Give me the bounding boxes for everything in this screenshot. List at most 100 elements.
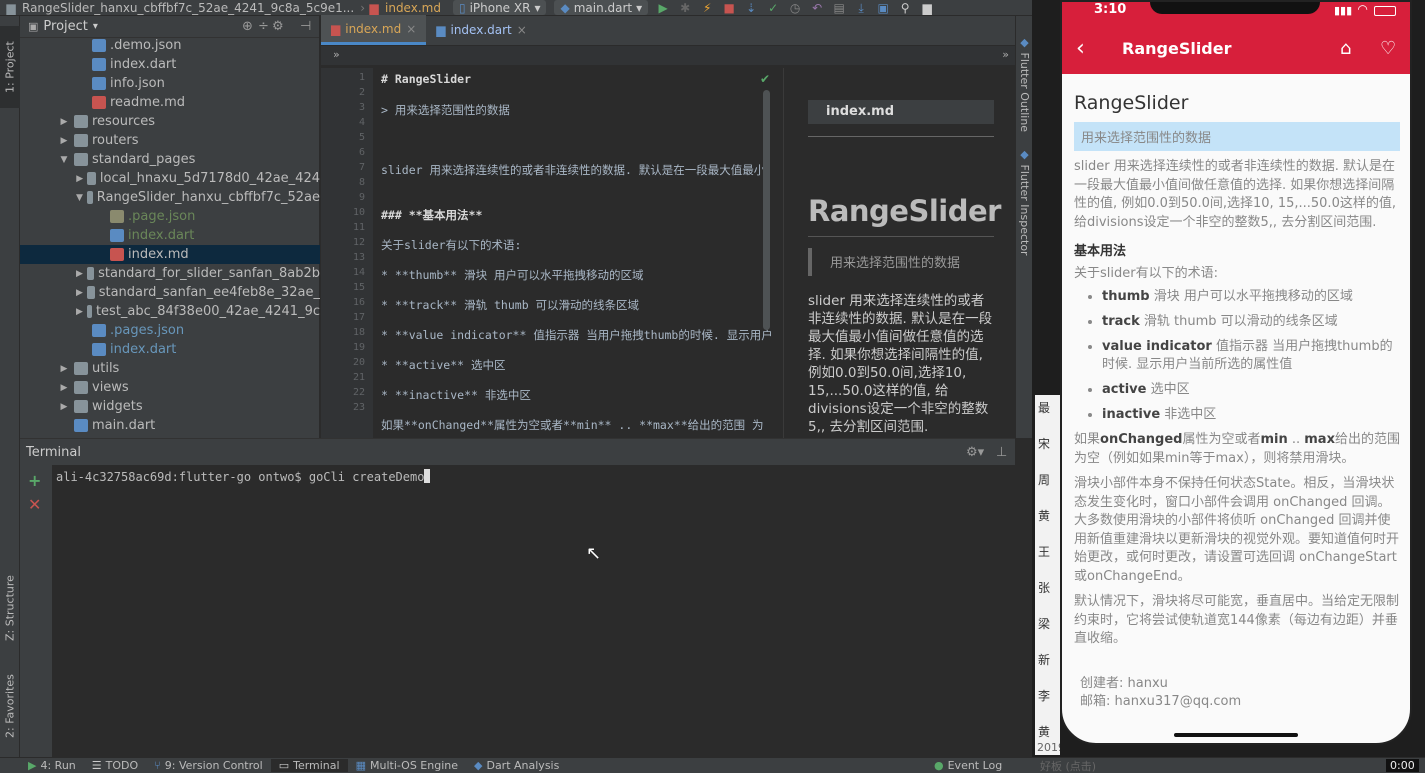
tree-item[interactable]: ▶ widgets	[20, 397, 320, 416]
tree-item-label: standard_pages	[92, 152, 196, 167]
tool-tab-flutter-outline[interactable]: ◆ Flutter Outline	[1018, 36, 1031, 132]
sdk-icon[interactable]: ▤	[832, 1, 846, 15]
markdown-source[interactable]: # RangeSlider > 用来选择范围性的数据 slider 用来选择连续性的…	[379, 68, 777, 438]
device-selector[interactable]: ▯ iPhone XR ▾	[452, 0, 547, 15]
chevron-down-icon: ▾	[534, 0, 541, 15]
stop-icon[interactable]: ■	[722, 1, 736, 15]
line-number: 22	[352, 387, 365, 398]
tool-window-button[interactable]: ▦ Multi-OS Engine	[348, 759, 466, 772]
chevron-right-icon[interactable]: ▶	[58, 117, 70, 127]
tree-item[interactable]: ▶ standard_for_slider_sanfan_8ab2b	[20, 264, 320, 283]
hide-panel-icon[interactable]: ⊥	[996, 445, 1007, 460]
expand-left-icon[interactable]: »	[333, 48, 340, 61]
tree-item[interactable]: ▶ standard_sanfan_ee4feb8e_32ae_	[20, 283, 320, 302]
expand-right-icon[interactable]: »	[1002, 48, 1009, 61]
tool-window-button[interactable]: ◆ Dart Analysis	[466, 759, 567, 772]
vcs-history-icon[interactable]: ◷	[788, 1, 802, 15]
sort-icon[interactable]: ÷	[258, 19, 269, 34]
hot-reload-icon[interactable]: ⚡	[700, 1, 714, 15]
breadcrumb-project[interactable]: RangeSlider_hanxu_cbffbf7c_52ae_4241_9c8…	[18, 1, 358, 15]
line-number: 11	[352, 222, 365, 233]
chevron-down-icon[interactable]: ▾	[93, 21, 98, 32]
search-icon[interactable]: ⚲	[898, 1, 912, 15]
vcs-commit-icon[interactable]: ✓	[766, 1, 780, 15]
close-icon[interactable]: ×	[517, 23, 527, 37]
vcs-update-icon[interactable]: ⇣	[744, 1, 758, 15]
folder-icon	[86, 267, 95, 280]
tree-item[interactable]: ▼ RangeSlider_hanxu_cbffbf7c_52ae	[20, 188, 320, 207]
tree-item[interactable]: index.dart	[20, 55, 320, 74]
line-number: 21	[352, 372, 365, 383]
tree-item[interactable]: index.dart	[20, 340, 320, 359]
tree-item[interactable]: .demo.json	[20, 38, 320, 55]
background-list: 最宋周黄王张梁新李黄2019-0	[1035, 395, 1060, 755]
heart-icon[interactable]: ♡	[1380, 38, 1396, 59]
tool-tab-project[interactable]: 1: Project	[0, 26, 20, 108]
tree-item[interactable]: ▶ views	[20, 378, 320, 397]
chevron-right-icon[interactable]: ▶	[58, 364, 70, 374]
editor-scrollbar[interactable]	[763, 90, 770, 330]
download-icon[interactable]: ⤓	[854, 1, 868, 15]
tree-item[interactable]: ▶ local_hnaxu_5d7178d0_42ae_424	[20, 169, 320, 188]
event-log-icon: ●	[934, 759, 944, 772]
editor-area: ▆ index.md × ▆ index.dart × » » 1 2 3 4 5 6 7 8 9 10 1…	[321, 15, 1015, 438]
chevron-right-icon[interactable]: ▶	[76, 174, 83, 184]
chevron-right-icon[interactable]: ▶	[58, 383, 70, 393]
device-manager-icon[interactable]: ▣	[876, 1, 890, 15]
tree-item[interactable]: ▼ standard_pages	[20, 150, 320, 169]
close-session-icon[interactable]: ✕	[28, 495, 41, 514]
hide-panel-icon[interactable]: ⊣	[300, 19, 311, 34]
chevron-down-icon[interactable]: ▼	[76, 193, 83, 203]
breadcrumb-file[interactable]: index.md	[381, 1, 445, 15]
tree-item[interactable]: ▶ test_abc_84f38e00_42ae_4241_9c	[20, 302, 320, 321]
back-arrow-icon[interactable]: ‹	[1076, 36, 1085, 61]
tree-item[interactable]: index.dart	[20, 226, 320, 245]
user-icon[interactable]: ▆	[920, 1, 934, 15]
new-session-icon[interactable]: +	[28, 471, 41, 490]
background-list-item: 宋	[1038, 437, 1051, 451]
tree-item[interactable]: .page.json	[20, 207, 320, 226]
project-panel-title[interactable]: Project	[43, 19, 87, 34]
gear-icon[interactable]: ⚙	[272, 19, 284, 34]
chevron-right-icon[interactable]: ▶	[58, 136, 70, 146]
chevron-down-icon[interactable]: ▼	[58, 155, 70, 165]
tool-tab-flutter-inspector[interactable]: ◆ Flutter Inspector	[1018, 148, 1031, 256]
tool-window-button[interactable]: ▶ 4: Run	[20, 759, 84, 772]
tab-index-dart[interactable]: ▆ index.dart ×	[426, 15, 537, 45]
close-icon[interactable]: ×	[406, 22, 416, 36]
home-icon[interactable]: ⌂	[1340, 38, 1351, 59]
tab-index-md[interactable]: ▆ index.md ×	[321, 15, 427, 45]
version-control-icon: ⑂	[154, 759, 161, 772]
tree-item[interactable]: ▶ resources	[20, 112, 320, 131]
terminal-output[interactable]: ali-4c32758ac69d:flutter-go ontwo$ goCli…	[56, 469, 431, 484]
chevron-right-icon[interactable]: ▶	[58, 402, 70, 412]
chevron-right-icon[interactable]: ▶	[76, 288, 83, 298]
tool-window-button[interactable]: ☰ TODO	[84, 759, 146, 772]
chevron-right-icon[interactable]: ▶	[76, 307, 83, 317]
debug-icon[interactable]: ✱	[678, 1, 692, 15]
tree-item[interactable]: info.json	[20, 74, 320, 93]
event-log-button[interactable]: ● Event Log	[934, 759, 1002, 772]
folder-icon	[86, 305, 92, 318]
collapse-all-icon[interactable]: ⊕	[242, 19, 253, 34]
file-icon	[110, 210, 124, 223]
tool-tab-favorites[interactable]: 2: Favorites	[0, 666, 20, 746]
tree-item[interactable]: main.dart	[20, 416, 320, 435]
background-list-item: 王	[1038, 545, 1051, 559]
file-icon	[92, 96, 106, 109]
tree-item[interactable]: index.md	[20, 245, 320, 264]
gear-icon[interactable]: ⚙▾	[966, 445, 984, 460]
line-number-gutter: 1 2 3 4 5 6 7 8 9 10 11 12 13 14 15 16 17 18 19 20 21 22 23	[321, 68, 373, 438]
tool-window-button[interactable]: ⑂ 9: Version Control	[146, 759, 271, 772]
revert-icon[interactable]: ↶	[810, 1, 824, 15]
run-icon[interactable]: ▶	[656, 1, 670, 15]
run-config-selector[interactable]: ◆ main.dart ▾	[554, 0, 649, 15]
tree-item[interactable]: .pages.json	[20, 321, 320, 340]
tree-item[interactable]: ▶ routers	[20, 131, 320, 150]
chevron-right-icon[interactable]: ▶	[76, 269, 83, 279]
tool-window-button[interactable]: ▭ Terminal	[270, 759, 348, 772]
paragraph-disabled: 如果onChanged属性为空或者min .. max给出的范围为空（例如如果m…	[1074, 432, 1400, 466]
tree-item[interactable]: readme.md	[20, 93, 320, 112]
tool-tab-structure[interactable]: Z: Structure	[0, 566, 20, 651]
tree-item[interactable]: ▶ utils	[20, 359, 320, 378]
